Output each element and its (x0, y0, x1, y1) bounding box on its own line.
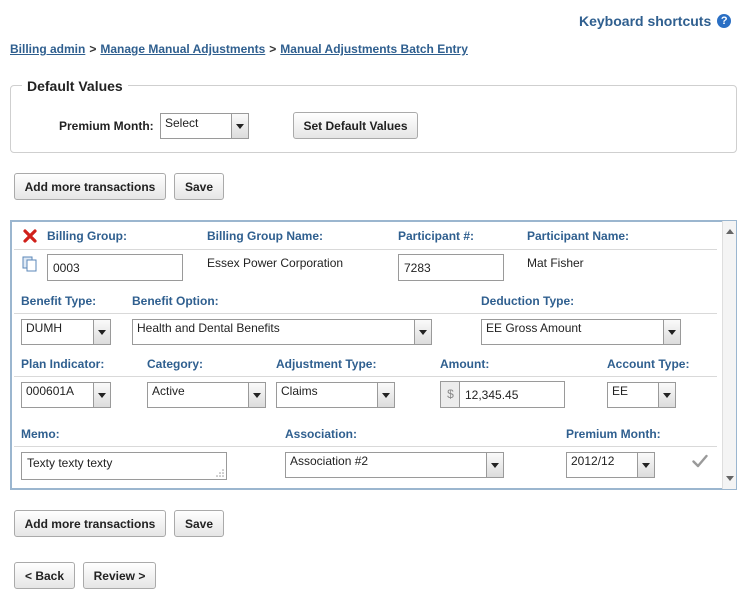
billing-group-name-label: Billing Group Name: (207, 229, 324, 243)
breadcrumb-separator: > (269, 42, 277, 56)
dropdown-arrow-icon[interactable] (248, 383, 265, 407)
participant-number-label: Participant #: (398, 229, 475, 243)
association-label: Association: (285, 427, 358, 441)
dropdown-arrow-icon[interactable] (637, 453, 654, 477)
row-divider (14, 376, 717, 377)
back-button[interactable]: < Back (14, 562, 75, 589)
deduction-type-label: Deduction Type: (481, 294, 575, 308)
association-select[interactable]: Association #2 (285, 452, 504, 478)
account-type-value: EE (612, 384, 629, 398)
premium-month-label: Premium Month: (566, 427, 661, 441)
benefit-option-value: Health and Dental Benefits (137, 321, 280, 335)
account-type-select[interactable]: EE (607, 382, 676, 408)
participant-number-input[interactable]: 7283 (398, 254, 504, 281)
review-button[interactable]: Review > (83, 562, 156, 589)
row-divider (14, 249, 717, 250)
help-icon[interactable]: ? (717, 14, 732, 28)
breadcrumb: Billing admin > Manage Manual Adjustments >… (10, 42, 468, 56)
deduction-type-value: EE Gross Amount (486, 321, 582, 335)
category-select[interactable]: Active (147, 382, 266, 408)
dropdown-arrow-icon[interactable] (663, 320, 680, 344)
amount-input[interactable]: 12,345.45 (459, 381, 565, 408)
benefit-type-label: Benefit Type: (21, 294, 97, 308)
breadcrumb-manage-manual-adjustments[interactable]: Manage Manual Adjustments (100, 42, 265, 56)
plan-indicator-value: 000601A (26, 384, 75, 398)
dropdown-arrow-icon[interactable] (414, 320, 431, 344)
default-premium-month-value: Select (165, 116, 199, 130)
plan-indicator-label: Plan Indicator: (21, 357, 105, 371)
dropdown-arrow-icon[interactable] (93, 320, 110, 344)
billing-group-label: Billing Group: (47, 229, 127, 243)
resize-grip-icon[interactable] (216, 469, 224, 477)
copy-icon[interactable] (22, 256, 38, 272)
billing-group-name-value: Essex Power Corporation (207, 256, 344, 270)
check-icon (692, 454, 708, 468)
adjustment-type-label: Adjustment Type: (276, 357, 377, 371)
keyboard-shortcuts-link[interactable]: Keyboard shortcuts ? (579, 13, 732, 29)
delete-icon[interactable] (22, 228, 38, 244)
dropdown-arrow-icon[interactable] (377, 383, 394, 407)
breadcrumb-billing-admin[interactable]: Billing admin (10, 42, 85, 56)
default-premium-month-select[interactable]: Select (160, 113, 249, 139)
category-label: Category: (147, 357, 204, 371)
keyboard-shortcuts-label[interactable]: Keyboard shortcuts (579, 13, 711, 29)
benefit-type-select[interactable]: DUMH (21, 319, 111, 345)
benefit-option-label: Benefit Option: (132, 294, 219, 308)
breadcrumb-separator: > (89, 42, 97, 56)
memo-textarea[interactable]: Texty texty texty (21, 452, 227, 480)
scroll-down-icon[interactable] (726, 476, 734, 481)
association-value: Association #2 (290, 454, 369, 468)
dropdown-arrow-icon[interactable] (486, 453, 503, 477)
default-premium-month-label: Premium Month: (59, 119, 154, 133)
row-divider (14, 446, 717, 447)
dropdown-arrow-icon[interactable] (231, 114, 248, 138)
adjustment-type-select[interactable]: Claims (276, 382, 395, 408)
billing-group-input[interactable]: 0003 (47, 254, 183, 281)
memo-value: Texty texty texty (27, 456, 113, 470)
dropdown-arrow-icon[interactable] (658, 383, 675, 407)
category-value: Active (152, 384, 185, 398)
save-button[interactable]: Save (174, 173, 224, 200)
plan-indicator-select[interactable]: 000601A (21, 382, 111, 408)
default-values-legend: Default Values (22, 78, 128, 94)
deduction-type-select[interactable]: EE Gross Amount (481, 319, 681, 345)
participant-name-label: Participant Name: (527, 229, 630, 243)
account-type-label: Account Type: (607, 357, 690, 371)
currency-prefix: $ (440, 381, 460, 408)
add-more-transactions-button-bottom[interactable]: Add more transactions (14, 510, 166, 537)
premium-month-select[interactable]: 2012/12 (566, 452, 655, 478)
participant-name-value: Mat Fisher (527, 256, 584, 270)
premium-month-value: 2012/12 (571, 454, 615, 468)
benefit-type-value: DUMH (26, 321, 62, 335)
breadcrumb-batch-entry[interactable]: Manual Adjustments Batch Entry (280, 42, 468, 56)
amount-label: Amount: (440, 357, 490, 371)
benefit-option-select[interactable]: Health and Dental Benefits (132, 319, 432, 345)
save-button-bottom[interactable]: Save (174, 510, 224, 537)
panel-scrollbar[interactable] (722, 221, 736, 489)
dropdown-arrow-icon[interactable] (93, 383, 110, 407)
adjustment-type-value: Claims (281, 384, 318, 398)
scroll-up-icon[interactable] (726, 229, 734, 234)
set-default-values-button[interactable]: Set Default Values (293, 112, 418, 139)
add-more-transactions-button[interactable]: Add more transactions (14, 173, 166, 200)
row-divider (14, 313, 717, 314)
memo-label: Memo: (21, 427, 60, 441)
